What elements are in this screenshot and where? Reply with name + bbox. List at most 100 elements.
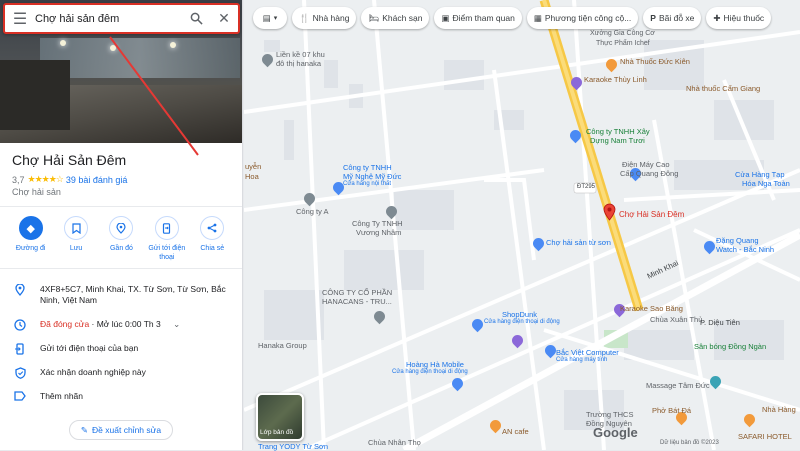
chip-restaurants[interactable]: 🍴 Nhà hàng — [292, 7, 357, 29]
map-label: Công ty A — [296, 207, 329, 216]
layers-icon: ▤ — [262, 12, 271, 23]
pharmacy-icon: ✚ — [713, 12, 721, 23]
rating-value: 3,7 — [12, 174, 25, 185]
chip-label: Bãi đỗ xe — [658, 13, 695, 23]
map-label: Chùa Nhân Thọ — [368, 438, 421, 447]
chip-label: Điểm tham quan — [452, 13, 515, 23]
send-to-phone-button[interactable]: Gửi tới điện thoại — [145, 216, 189, 262]
hours-row[interactable]: Đã đóng cửa · Mở lúc 0:00 Th 3 ⌄ — [0, 319, 242, 331]
map-label: Công ty TNHH Xây — [586, 127, 650, 136]
selected-place-label: Chợ Hải Sản Đêm — [619, 210, 685, 219]
map-layers-button[interactable]: Lớp bản đồ — [256, 393, 304, 441]
road-label: ĐT295 — [577, 184, 596, 190]
layers-toggle-button[interactable]: ▤ ▾ — [253, 7, 287, 29]
market-stall — [0, 60, 70, 130]
place-rating: 3,7 ★★★★☆ 39 bài đánh giá — [12, 174, 127, 185]
camera-icon: ▣ — [441, 12, 450, 23]
add-label-row[interactable]: Thêm nhãn — [0, 391, 242, 402]
menu-icon[interactable]: ☰ — [5, 5, 35, 32]
chip-hotels[interactable]: 🛏 Khách sạn — [361, 7, 430, 29]
reviews-link[interactable]: 39 bài đánh giá — [66, 175, 128, 185]
suggest-edit-label: Đề xuất chỉnh sửa — [92, 425, 162, 435]
search-box: ☰ ✕ — [3, 3, 240, 34]
claim-row[interactable]: Xác nhận doanh nghiệp này — [0, 367, 242, 379]
map-label: Nhà thuốc Cẩm Giang — [686, 84, 761, 93]
chevron-down-icon: ▾ — [273, 15, 278, 22]
map-label: Phở Bát Đá — [652, 406, 692, 415]
send-phone-row[interactable]: Gửi tới điện thoại của bạn — [0, 343, 242, 355]
map-label: Trường THCS — [586, 410, 634, 419]
chip-label: Hiệu thuốc — [723, 13, 765, 23]
share-button[interactable]: Chia sẻ — [190, 216, 234, 262]
hours-next: · Mở lúc 0:00 Th 3 — [89, 319, 161, 329]
send-phone-text: Gửi tới điện thoại của bạn — [40, 343, 139, 353]
map-label: AN cafe — [502, 427, 529, 436]
parking-icon: P — [650, 13, 656, 23]
search-input[interactable] — [35, 12, 182, 25]
address-row[interactable]: 4XF8+5C7, Minh Khai, TX. Từ Sơn, Từ Sơn,… — [0, 284, 242, 306]
light — [60, 40, 66, 46]
map-label: Sân bóng Đồng Ngàn — [694, 342, 767, 351]
divider — [0, 206, 242, 207]
place-category[interactable]: Chợ hải sản — [12, 187, 61, 197]
nearby-button[interactable]: Gần đó — [99, 216, 143, 262]
chip-label: Nhà hàng — [312, 13, 350, 23]
map-label: Vương Nhâm — [356, 228, 402, 237]
map-label: Cửa hàng máy tính — [556, 357, 608, 363]
map-label: Nhà Hàng — [762, 405, 796, 414]
hotel-icon: 🛏 — [368, 12, 380, 23]
map-label: Chùa Xuân Thủ — [650, 315, 703, 324]
map-label: Cửa hàng điện thoại di động — [484, 319, 560, 325]
layers-label: Lớp bản đồ — [260, 429, 294, 436]
map-label: đô thị hanaka — [276, 59, 322, 68]
map-label: uyễn — [245, 162, 262, 171]
action-label: Lưu — [69, 245, 83, 252]
clock-icon — [0, 319, 40, 331]
chip-pharmacy[interactable]: ✚ Hiệu thuốc — [706, 7, 772, 29]
star-rating-icon: ★★★★☆ — [27, 174, 64, 184]
hours-status: Đã đóng cửa — [40, 319, 90, 329]
search-icon[interactable] — [182, 5, 210, 32]
map-label: Massage Tâm Đức — [646, 381, 710, 390]
send-to-phone-icon — [154, 216, 179, 240]
share-icon — [200, 216, 225, 240]
light — [110, 45, 116, 51]
selected-place-pin[interactable] — [603, 203, 616, 221]
map-label: Chợ hải sản từ sơn — [546, 238, 611, 247]
map-label: Nhà Thuốc Đức Kiên — [620, 57, 690, 66]
chip-attractions[interactable]: ▣ Điểm tham quan — [434, 7, 522, 29]
save-button[interactable]: Lưu — [54, 216, 98, 262]
map-copyright: Dữ liệu bản đồ ©2023 — [660, 440, 719, 446]
map-label: Cấp Quang Đông — [620, 169, 679, 178]
chip-label: Phương tiện công cộ... — [544, 13, 632, 23]
map-label: Điện Máy Cao — [622, 160, 670, 169]
pencil-icon: ✎ — [80, 424, 89, 435]
action-label: Chia sẻ — [200, 245, 225, 252]
map-label: Đặng Quang — [716, 236, 759, 245]
map-label: Hoàng Hà Mobile — [406, 360, 464, 369]
map-label: P. Diệu Tiên — [700, 318, 740, 327]
action-label: Đường đi — [15, 245, 46, 252]
close-icon[interactable]: ✕ — [210, 5, 238, 32]
map-label: Công ty TNHH — [343, 163, 392, 172]
verified-shield-icon — [0, 367, 40, 379]
google-logo: Google — [593, 425, 638, 440]
location-pin-icon — [0, 284, 40, 296]
action-label: Gửi tới điện thoại — [148, 245, 186, 261]
map-label: ShopDunk — [502, 310, 538, 319]
chevron-down-icon[interactable]: ⌄ — [173, 319, 180, 329]
suggest-edit-button[interactable]: ✎ Đề xuất chỉnh sửa — [69, 420, 173, 440]
map-label: Liền kề 07 khu — [276, 50, 325, 59]
address-text: 4XF8+5C7, Minh Khai, TX. Từ Sơn, Từ Sơn,… — [40, 284, 226, 305]
map-label: CÔNG TY CỔ PHẦN — [322, 288, 393, 297]
chip-parking[interactable]: P Bãi đỗ xe — [643, 7, 702, 29]
map-label: Xưởng Gia Công Cơ — [590, 30, 655, 37]
map-label: Công Ty TNHH — [352, 219, 403, 228]
market-roof — [40, 38, 240, 78]
map-label: Hanaka Group — [258, 341, 307, 350]
chip-transit[interactable]: ▦ Phương tiện công cộ... — [526, 7, 639, 29]
chip-label: Khách sạn — [382, 13, 423, 23]
action-row: ◆ Đường đi Lưu Gần đó Gửi tới điện thoại — [0, 216, 242, 262]
nearby-icon — [109, 216, 134, 240]
directions-button[interactable]: ◆ Đường đi — [9, 216, 53, 262]
